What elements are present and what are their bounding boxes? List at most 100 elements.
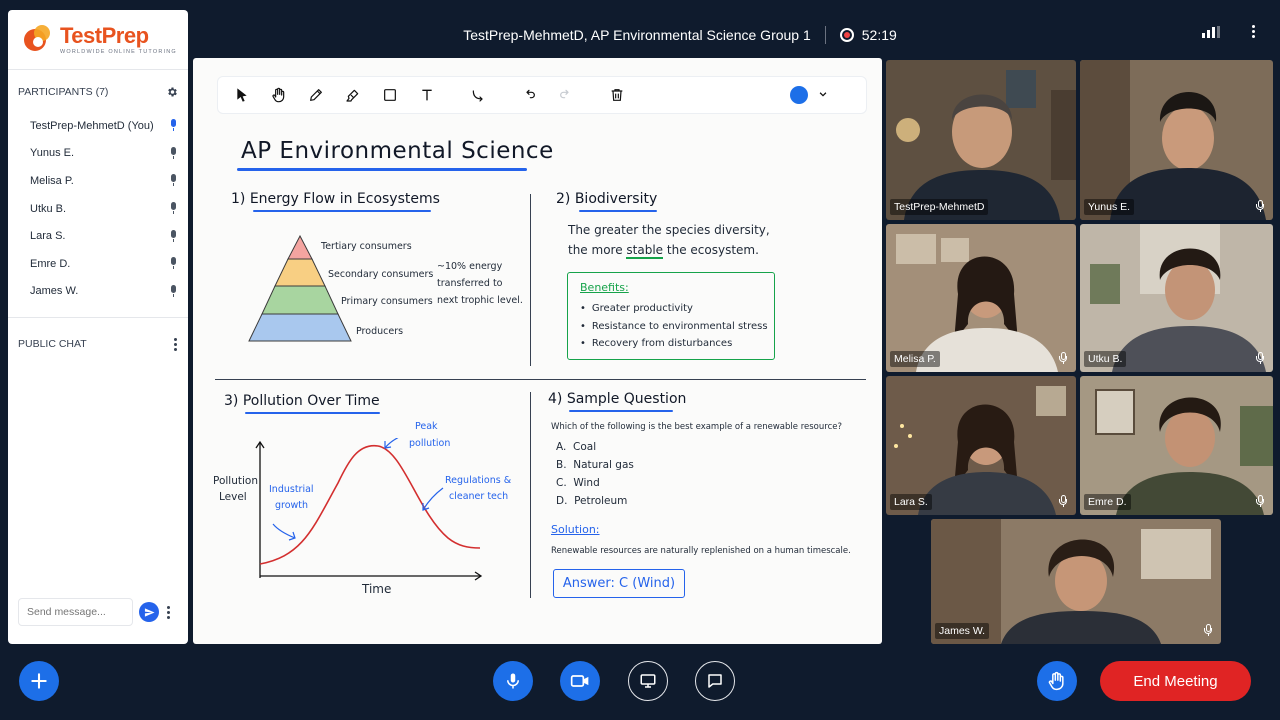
brand-logo: TestPrep WORLDWIDE ONLINE TUTORING (8, 10, 188, 70)
sidebar-divider (8, 317, 188, 319)
send-button[interactable] (139, 602, 159, 622)
answer-option: B. Natural gas (556, 459, 634, 471)
whiteboard-title: AP Environmental Science (241, 138, 554, 164)
hand-tool[interactable] (263, 81, 295, 109)
text-tool[interactable] (411, 81, 443, 109)
y-axis-label: Level (219, 491, 247, 503)
participant-name: Utku B. (30, 202, 67, 215)
whiteboard[interactable]: AP Environmental Science 1) Energy Flow … (193, 58, 882, 644)
connector-icon (472, 90, 483, 102)
select-tool[interactable] (226, 81, 258, 109)
participant-row[interactable]: Melisa P. (8, 167, 188, 195)
logo-icon (24, 24, 54, 55)
answer-option: D. Petroleum (556, 495, 628, 507)
add-button[interactable] (19, 661, 59, 701)
participant-row[interactable]: Lara S. (8, 222, 188, 250)
participant-row[interactable]: Yunus E. (8, 140, 188, 168)
participant-video (1080, 60, 1273, 220)
participants-title: PARTICIPANTS (7) (18, 86, 109, 98)
end-meeting-button[interactable]: End Meeting (1100, 661, 1251, 701)
line-2-start: the more (568, 243, 623, 257)
video-tile[interactable]: TestPrep-MehmetD (886, 60, 1076, 220)
screen-share-icon (640, 674, 656, 688)
chevron-down-icon[interactable] (818, 86, 828, 104)
video-name-label: Utku B. (1084, 351, 1127, 367)
chat-message-input[interactable] (18, 598, 133, 626)
participant-row[interactable]: Utku B. (8, 195, 188, 223)
rectangle-icon (384, 89, 396, 101)
chat-options-icon[interactable] (165, 605, 171, 619)
participant-name: Lara S. (30, 230, 66, 243)
mic-icon (169, 229, 177, 243)
color-picker[interactable] (790, 86, 808, 104)
delete-button[interactable] (601, 81, 633, 109)
participant-list: TestPrep-MehmetD (You) Yunus E. Melisa P… (8, 112, 188, 305)
participant-row[interactable]: James W. (8, 278, 188, 306)
plus-icon (31, 673, 47, 689)
pyramid-label: Producers (356, 326, 404, 337)
mic-muted-icon (1255, 495, 1265, 509)
brand-tagline: WORLDWIDE ONLINE TUTORING (60, 48, 177, 55)
undo-button[interactable] (513, 81, 545, 109)
line-2-end: the ecosystem. (666, 243, 759, 257)
highlighter-icon (346, 89, 359, 102)
vertical-divider-top (530, 194, 531, 366)
sidebar: TestPrep WORLDWIDE ONLINE TUTORING PARTI… (8, 10, 188, 644)
energy-note: next trophic level. (437, 295, 523, 306)
biodiversity-line-2: the more stable the ecosystem. (568, 243, 759, 259)
pencil-tool[interactable] (300, 81, 332, 109)
video-tile[interactable]: Utku B. (1080, 224, 1273, 372)
video-name-label: Lara S. (890, 494, 932, 510)
mic-muted-icon (1255, 352, 1265, 366)
gear-icon[interactable] (166, 86, 178, 98)
answer-box: Answer: C (Wind) (553, 569, 685, 598)
biodiversity-line-1: The greater the species diversity, (568, 223, 770, 237)
video-tile[interactable]: James W. (931, 519, 1221, 644)
video-tile[interactable]: Emre D. (1080, 376, 1273, 515)
chat-title: PUBLIC CHAT (18, 338, 87, 351)
stable-highlight: stable (626, 243, 664, 259)
header-separator (824, 26, 826, 44)
more-options-icon[interactable] (1250, 25, 1256, 38)
rectangle-tool[interactable] (374, 81, 406, 109)
highlighter-tool[interactable] (337, 81, 369, 109)
pollution-curve-chart (255, 438, 483, 581)
participant-row[interactable]: TestPrep-MehmetD (You) (8, 112, 188, 140)
section-1-title: 1) Energy Flow in Ecosystems (231, 191, 440, 207)
benefits-title: Benefits: (580, 281, 629, 294)
chat-composer (18, 598, 178, 626)
text-icon (422, 89, 432, 101)
video-tile[interactable]: Lara S. (886, 376, 1076, 515)
participant-name: Yunus E. (30, 147, 75, 160)
participant-video (886, 60, 1076, 220)
send-icon (144, 607, 155, 617)
pyramid-label: Tertiary consumers (321, 241, 412, 252)
signal-icon[interactable] (1202, 26, 1220, 38)
regulations-annotation: Regulations & (445, 475, 512, 486)
energy-note: transferred to (437, 278, 503, 289)
redo-button[interactable] (550, 81, 582, 109)
pyramid-label: Primary consumers (341, 296, 433, 307)
chat-button[interactable] (695, 661, 735, 701)
redo-icon (560, 89, 569, 99)
video-tile[interactable]: Melisa P. (886, 224, 1076, 372)
raise-hand-button[interactable] (1037, 661, 1077, 701)
connector-tool[interactable] (462, 81, 494, 109)
microphone-button[interactable] (493, 661, 533, 701)
mic-muted-icon (1255, 200, 1265, 214)
mic-icon (169, 257, 177, 270)
camera-button[interactable] (560, 661, 600, 701)
participant-row[interactable]: Emre D. (8, 250, 188, 278)
meeting-header: TestPrep-MehmetD, AP Environmental Scien… (190, 18, 1280, 52)
vertical-divider-bottom (530, 392, 531, 598)
section-3-title: 3) Pollution Over Time (224, 393, 380, 409)
video-tile[interactable]: Yunus E. (1080, 60, 1273, 220)
question-text: Which of the following is the best examp… (551, 422, 842, 432)
chat-menu-icon[interactable] (172, 337, 178, 351)
section-1-underline (253, 210, 431, 212)
select-icon (237, 88, 247, 102)
peak-annotation: Peak (415, 421, 438, 432)
screen-share-button[interactable] (628, 661, 668, 701)
peak-annotation: pollution (409, 438, 451, 449)
section-4-title: 4) Sample Question (548, 391, 687, 407)
